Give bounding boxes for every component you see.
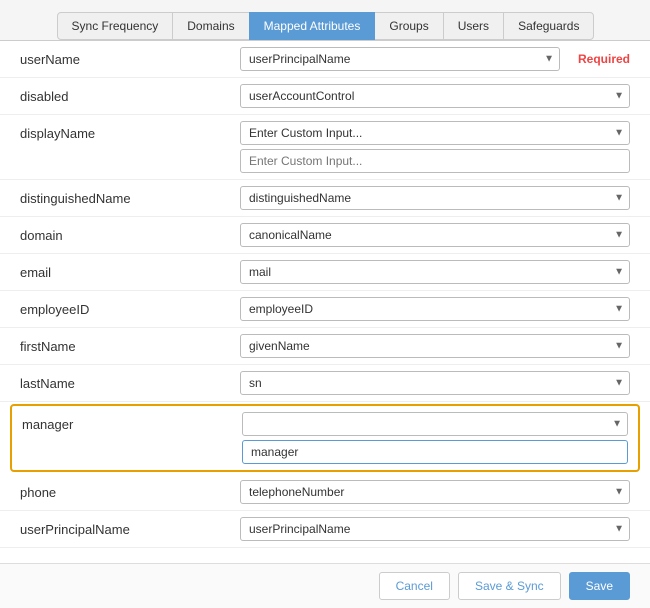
row-manager: manager▼ bbox=[10, 404, 640, 472]
select-email[interactable]: mail bbox=[240, 260, 630, 284]
tab-bar: Sync FrequencyDomainsMapped AttributesGr… bbox=[0, 0, 650, 41]
control-phone: telephoneNumber▼ bbox=[240, 480, 630, 504]
control-firstName: givenName▼ bbox=[240, 334, 630, 358]
select-wrapper-email: mail▼ bbox=[240, 260, 630, 284]
row-firstName: firstNamegivenName▼ bbox=[0, 328, 650, 365]
control-email: mail▼ bbox=[240, 260, 630, 284]
select-wrapper-displayName: Enter Custom Input...▼ bbox=[240, 121, 630, 145]
footer: Cancel Save & Sync Save bbox=[0, 563, 650, 608]
label-distinguishedName: distinguishedName bbox=[20, 186, 240, 206]
select-displayName[interactable]: Enter Custom Input... bbox=[240, 121, 630, 145]
label-phone: phone bbox=[20, 480, 240, 500]
select-employeeID[interactable]: employeeID bbox=[240, 297, 630, 321]
select-wrapper-employeeID: employeeID▼ bbox=[240, 297, 630, 321]
tab-mapped-attributes[interactable]: Mapped Attributes bbox=[249, 12, 376, 40]
select-wrapper-firstName: givenName▼ bbox=[240, 334, 630, 358]
row-phone: phonetelephoneNumber▼ bbox=[0, 474, 650, 511]
select-wrapper-domain: canonicalName▼ bbox=[240, 223, 630, 247]
save-button[interactable]: Save bbox=[569, 572, 630, 600]
select-wrapper-phone: telephoneNumber▼ bbox=[240, 480, 630, 504]
row-employeeID: employeeIDemployeeID▼ bbox=[0, 291, 650, 328]
custom-input-displayName[interactable] bbox=[240, 149, 630, 173]
tab-users[interactable]: Users bbox=[443, 12, 504, 40]
tab-safeguards[interactable]: Safeguards bbox=[503, 12, 594, 40]
cancel-button[interactable]: Cancel bbox=[379, 572, 450, 600]
row-userPrincipalName: userPrincipalNameuserPrincipalName▼ bbox=[0, 511, 650, 548]
row-displayName: displayNameEnter Custom Input...▼ bbox=[0, 115, 650, 180]
select-wrapper-userPrincipalName: userPrincipalName▼ bbox=[240, 517, 630, 541]
select-wrapper-manager: ▼ bbox=[242, 412, 628, 436]
select-firstName[interactable]: givenName bbox=[240, 334, 630, 358]
control-disabled: userAccountControl▼ bbox=[240, 84, 630, 108]
label-manager: manager bbox=[22, 412, 242, 432]
control-lastName: sn▼ bbox=[240, 371, 630, 395]
select-userName[interactable]: userPrincipalName bbox=[240, 47, 560, 71]
control-manager: ▼ bbox=[242, 412, 628, 464]
select-wrapper-userName: userPrincipalName▼ bbox=[240, 47, 560, 71]
control-domain: canonicalName▼ bbox=[240, 223, 630, 247]
select-disabled[interactable]: userAccountControl bbox=[240, 84, 630, 108]
control-displayName: Enter Custom Input...▼ bbox=[240, 121, 630, 173]
control-distinguishedName: distinguishedName▼ bbox=[240, 186, 630, 210]
select-domain[interactable]: canonicalName bbox=[240, 223, 630, 247]
select-distinguishedName[interactable]: distinguishedName bbox=[240, 186, 630, 210]
label-lastName: lastName bbox=[20, 371, 240, 391]
select-userPrincipalName[interactable]: userPrincipalName bbox=[240, 517, 630, 541]
row-lastName: lastNamesn▼ bbox=[0, 365, 650, 402]
control-userPrincipalName: userPrincipalName▼ bbox=[240, 517, 630, 541]
row-disabled: disableduserAccountControl▼ bbox=[0, 78, 650, 115]
control-userName: userPrincipalName▼ bbox=[240, 47, 560, 71]
custom-input-manager[interactable] bbox=[242, 440, 628, 464]
select-manager[interactable] bbox=[242, 412, 628, 436]
select-lastName[interactable]: sn bbox=[240, 371, 630, 395]
save-sync-button[interactable]: Save & Sync bbox=[458, 572, 561, 600]
label-disabled: disabled bbox=[20, 84, 240, 104]
select-phone[interactable]: telephoneNumber bbox=[240, 480, 630, 504]
control-employeeID: employeeID▼ bbox=[240, 297, 630, 321]
label-userPrincipalName: userPrincipalName bbox=[20, 517, 240, 537]
label-employeeID: employeeID bbox=[20, 297, 240, 317]
tab-sync-frequency[interactable]: Sync Frequency bbox=[57, 12, 174, 40]
tab-domains[interactable]: Domains bbox=[172, 12, 249, 40]
row-distinguishedName: distinguishedNamedistinguishedName▼ bbox=[0, 180, 650, 217]
row-email: emailmail▼ bbox=[0, 254, 650, 291]
select-wrapper-disabled: userAccountControl▼ bbox=[240, 84, 630, 108]
label-firstName: firstName bbox=[20, 334, 240, 354]
content-area: userNameuserPrincipalName▼Requireddisabl… bbox=[0, 41, 650, 561]
select-wrapper-lastName: sn▼ bbox=[240, 371, 630, 395]
required-label-userName: Required bbox=[560, 47, 630, 66]
row-domain: domaincanonicalName▼ bbox=[0, 217, 650, 254]
label-domain: domain bbox=[20, 223, 240, 243]
row-userName: userNameuserPrincipalName▼Required bbox=[0, 41, 650, 78]
tab-groups[interactable]: Groups bbox=[374, 12, 443, 40]
label-email: email bbox=[20, 260, 240, 280]
label-displayName: displayName bbox=[20, 121, 240, 141]
label-userName: userName bbox=[20, 47, 240, 67]
select-wrapper-distinguishedName: distinguishedName▼ bbox=[240, 186, 630, 210]
